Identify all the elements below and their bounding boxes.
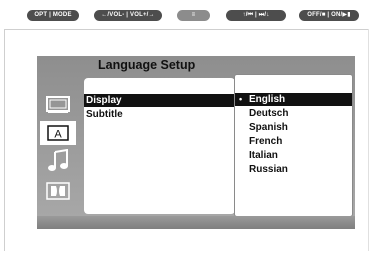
music-note-icon[interactable] [40,149,76,173]
selected-bullet-icon: • [239,94,243,104]
language-options-menu: • English Deutsch Spanish French Italian… [234,74,353,217]
option-russian[interactable]: Russian [235,163,352,176]
volume-button[interactable]: ←/VOL- | VOL+/→ [94,10,162,21]
option-french[interactable]: French [235,135,352,148]
power-play-button[interactable]: OFF/■ | ON/▶▮ [299,10,359,21]
frame-top-line [4,29,369,30]
opt-mode-button[interactable]: OPT | MODE [27,10,79,21]
option-italian[interactable]: Italian [235,149,352,162]
menu-item-subtitle[interactable]: Subtitle [84,108,235,121]
frame-left-line [4,29,5,251]
tv-screen-icon[interactable] [40,93,76,117]
dolby-icon[interactable] [40,179,76,203]
skip-button[interactable]: ↑/⏮ | ⏭/↓ [226,10,286,21]
frame-right-line [368,29,369,251]
audio-language-icon[interactable]: A [40,121,76,145]
panel-footer-bar [37,216,355,229]
remote-button-bar: OPT | MODE ←/VOL- | VOL+/→ ≡ ↑/⏮ | ⏭/↓ O… [0,0,375,26]
option-spanish[interactable]: Spanish [235,121,352,134]
language-category-menu: Display Subtitle [84,78,235,214]
svg-text:A: A [54,129,62,141]
option-deutsch[interactable]: Deutsch [235,107,352,120]
language-setup-panel: Language Setup A Display Subtitle • Engl… [37,56,355,229]
menu-item-display[interactable]: Display [84,94,235,107]
page-title: Language Setup [98,58,196,72]
menu-button[interactable]: ≡ [177,10,210,21]
option-english[interactable]: • English [235,93,352,106]
setup-category-icons: A [37,93,79,213]
